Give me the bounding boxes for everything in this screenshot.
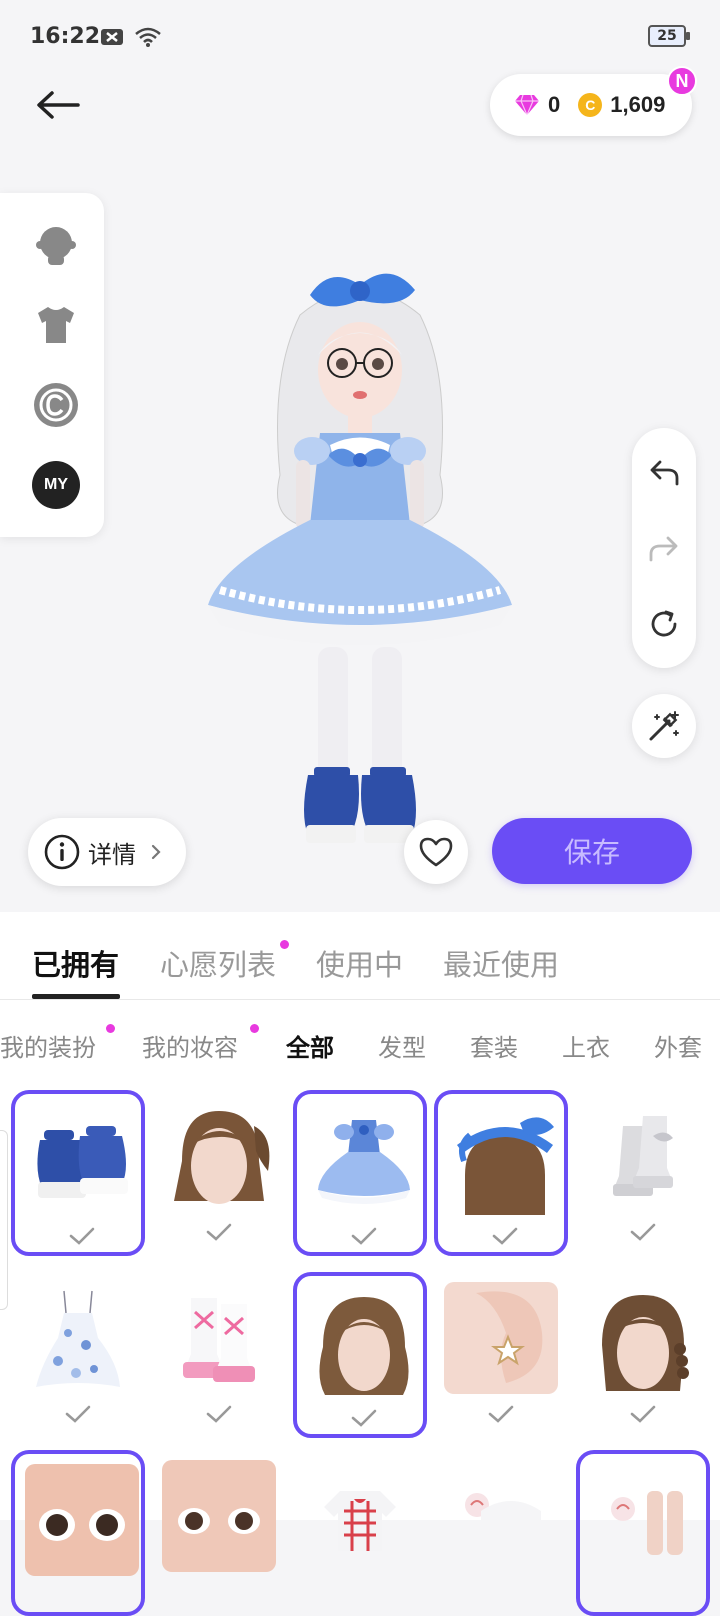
magic-style-button[interactable] [632, 694, 696, 758]
eyes-large-icon [25, 1464, 139, 1576]
my-outfits-dot [106, 1024, 115, 1033]
undo-icon [650, 460, 679, 486]
item-red-plaid-top[interactable] [293, 1450, 427, 1616]
subtab-my-makeup[interactable]: 我的妆容 [142, 1028, 238, 1063]
item-blue-bow-headband[interactable] [434, 1090, 568, 1256]
subtab-outerwear[interactable]: 外套 [654, 1028, 702, 1063]
item-pink-lace-boots[interactable] [152, 1272, 286, 1438]
subtab-hairstyle[interactable]: 发型 [378, 1028, 426, 1063]
magic-wand-icon [649, 711, 679, 741]
reset-button[interactable] [646, 606, 682, 642]
hair-brown-braid-icon [586, 1282, 700, 1394]
lolita-dress-blue-icon [307, 1104, 421, 1216]
status-icons [100, 26, 162, 48]
hair-brown-wavy-icon [307, 1286, 421, 1398]
tab-recent[interactable]: 最近使用 [443, 942, 559, 984]
face-category-button[interactable] [32, 221, 80, 269]
eyes-round-icon [162, 1460, 276, 1572]
tab-wishlist[interactable]: 心愿列表 [160, 942, 276, 984]
info-icon [44, 834, 80, 870]
floral-slip-dress-icon [21, 1282, 135, 1394]
tab-owned[interactable]: 已拥有 [32, 942, 119, 984]
check-icon [206, 1223, 232, 1241]
item-white-boots[interactable] [576, 1090, 710, 1256]
white-item-icon [444, 1460, 558, 1572]
my-label: MY [32, 461, 80, 509]
item-hair-brown-braid[interactable] [576, 1272, 710, 1438]
chevron-right-icon [151, 844, 161, 860]
check-icon [206, 1405, 232, 1423]
copyright-category-button[interactable] [32, 381, 80, 429]
heart-icon [419, 837, 453, 867]
avatar-figure [208, 273, 512, 843]
tab-in-use[interactable]: 使用中 [316, 942, 403, 984]
item-white-item[interactable] [434, 1450, 568, 1616]
battery-indicator: 25 [648, 25, 690, 47]
sub-tabs: 我的装扮 我的妆容 全部 发型 套装 上衣 外套 [0, 1000, 720, 1086]
subtab-tops[interactable]: 上衣 [562, 1028, 610, 1063]
legs-icon [590, 1464, 704, 1576]
tshirt-icon [38, 307, 74, 343]
item-legs[interactable] [576, 1450, 710, 1616]
hair-brown-side-tail-icon [162, 1100, 276, 1212]
avatar-preview[interactable] [200, 255, 520, 855]
item-hair-brown-side-tail[interactable] [152, 1090, 286, 1256]
wifi-icon [135, 27, 161, 47]
side-handle[interactable] [0, 1130, 8, 1310]
main-tabs: 已拥有 心愿列表 使用中 最近使用 [0, 912, 720, 1000]
redo-button[interactable] [646, 530, 682, 566]
subtab-all[interactable]: 全部 [286, 1028, 334, 1063]
edit-controls [632, 428, 696, 668]
arrow-left-icon [37, 91, 80, 119]
copyright-icon [34, 383, 78, 427]
undo-button[interactable] [646, 454, 682, 490]
new-badge: N [667, 66, 697, 96]
item-star-earring[interactable] [434, 1272, 568, 1438]
item-eyes-round[interactable] [152, 1450, 286, 1616]
wishlist-dot [280, 940, 289, 949]
status-bar: 16:22 25 [0, 0, 720, 72]
diamond-icon [515, 94, 539, 116]
item-platform-shoes-blue[interactable] [11, 1090, 145, 1256]
coin-icon: C [578, 93, 603, 117]
category-panel: MY [0, 193, 104, 537]
blue-bow-headband-icon [448, 1104, 562, 1216]
my-category-button[interactable]: MY [32, 461, 80, 509]
check-icon [351, 1409, 377, 1427]
refresh-icon [651, 610, 677, 637]
notification-muted-icon [101, 29, 123, 45]
subtab-sets[interactable]: 套装 [470, 1028, 518, 1063]
clothing-category-button[interactable] [32, 301, 80, 349]
gem-count: 0 [548, 92, 561, 117]
star-earring-icon [444, 1282, 558, 1394]
check-icon [65, 1405, 91, 1423]
red-plaid-top-icon [303, 1460, 417, 1572]
back-button[interactable] [30, 80, 86, 130]
platform-shoes-blue-icon [25, 1104, 139, 1216]
check-icon [488, 1405, 514, 1423]
currency-balance[interactable]: 0 C 1,609 [490, 74, 692, 136]
check-icon [630, 1223, 656, 1241]
check-icon [630, 1405, 656, 1423]
pink-lace-boots-icon [162, 1282, 276, 1394]
redo-icon [649, 536, 678, 562]
save-button[interactable]: 保存 [492, 818, 692, 884]
status-time: 16:22 [30, 24, 101, 49]
favorite-button[interactable] [404, 820, 468, 884]
details-label: 详情 [88, 840, 136, 869]
coin-count: 1,609 [610, 92, 666, 117]
check-icon [69, 1227, 95, 1245]
check-icon [351, 1227, 377, 1245]
subtab-my-outfits[interactable]: 我的装扮 [0, 1028, 96, 1063]
item-hair-brown-wavy[interactable] [293, 1272, 427, 1438]
head-icon [36, 227, 76, 265]
my-makeup-dot [250, 1024, 259, 1033]
item-lolita-dress-blue[interactable] [293, 1090, 427, 1256]
check-icon [492, 1227, 518, 1245]
active-tab-indicator [32, 994, 120, 999]
details-button[interactable]: 详情 [28, 818, 186, 886]
item-floral-slip-dress[interactable] [11, 1272, 145, 1438]
item-eyes-large[interactable] [11, 1450, 145, 1616]
white-boots-icon [586, 1100, 700, 1212]
